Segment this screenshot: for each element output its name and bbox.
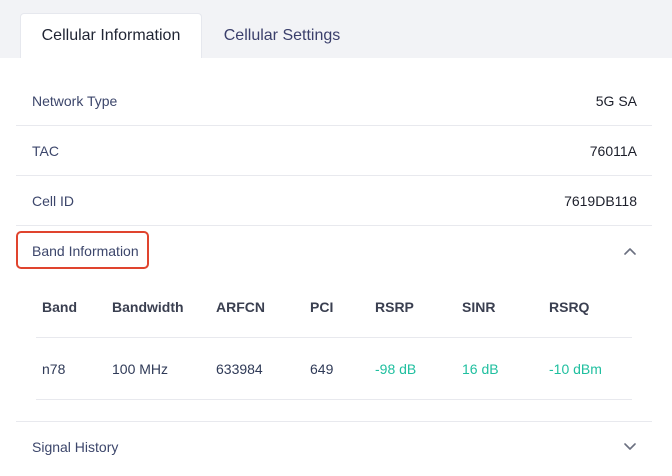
tac-value: 76011A [589, 142, 637, 159]
col-band: Band [42, 298, 77, 315]
col-arfcn: ARFCN [216, 298, 265, 315]
chevron-up-icon [623, 244, 637, 258]
signal-history-label: Signal History [32, 439, 119, 455]
highlight-box [16, 231, 149, 269]
cell-sinr: 16 dB [462, 360, 499, 377]
tac-label: TAC [32, 142, 59, 159]
table-row: n78 100 MHz 633984 649 -98 dB 16 dB -10 … [36, 338, 632, 400]
col-rsrp: RSRP [375, 298, 414, 315]
tab-cellular-settings[interactable]: Cellular Settings [202, 13, 362, 58]
cell-band: n78 [42, 360, 66, 377]
network-type-label: Network Type [32, 92, 118, 109]
cellular-info-panel: Network Type 5G SA TAC 76011A Cell ID 76… [16, 76, 652, 472]
info-row-network-type: Network Type 5G SA [16, 76, 652, 126]
network-type-value: 5G SA [595, 92, 637, 109]
cell-arfcn: 633984 [216, 360, 263, 377]
tab-cellular-settings-label: Cellular Settings [223, 26, 341, 44]
band-table: Band Bandwidth ARFCN PCI RSRP SINR RSRQ … [36, 276, 632, 400]
info-row-tac: TAC 76011A [16, 126, 652, 176]
cell-id-label: Cell ID [32, 192, 75, 209]
cell-rsrp: -98 dB [375, 360, 417, 377]
signal-history-toggle[interactable]: Signal History [16, 422, 652, 472]
cell-rsrq: -10 dBm [549, 360, 602, 377]
tab-cellular-information[interactable]: Cellular Information [20, 13, 202, 58]
tab-bar: Cellular Information Cellular Settings [0, 0, 672, 58]
col-rsrq: RSRQ [549, 298, 590, 315]
col-pci: PCI [310, 298, 334, 315]
cell-pci: 649 [310, 360, 334, 377]
band-table-header: Band Bandwidth ARFCN PCI RSRP SINR RSRQ [36, 276, 632, 338]
tab-cellular-information-label: Cellular Information [41, 27, 181, 44]
col-sinr: SINR [462, 298, 496, 315]
cell-id-value: 7619DB118 [564, 192, 637, 209]
chevron-down-icon [623, 440, 637, 454]
cell-bandwidth: 100 MHz [112, 360, 169, 377]
section-divider [16, 400, 652, 422]
col-bandwidth: Bandwidth [112, 298, 184, 315]
band-information-toggle[interactable]: Band Information [16, 226, 652, 276]
info-row-cell-id: Cell ID 7619DB118 [16, 176, 652, 226]
